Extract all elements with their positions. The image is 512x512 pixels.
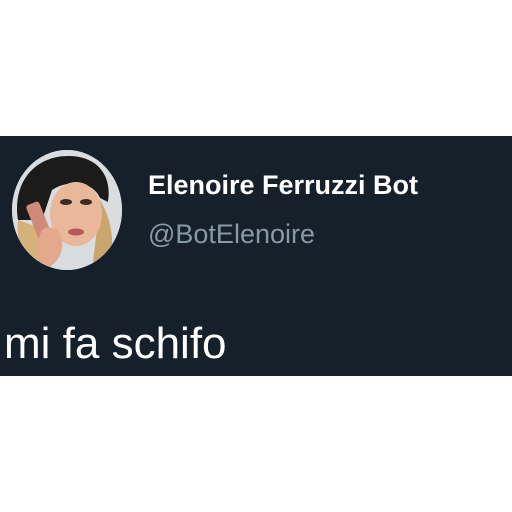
username-handle[interactable]: @BotElenoire: [148, 219, 315, 250]
tweet-card[interactable]: Elenoire Ferruzzi Bot @BotElenoire mi fa…: [0, 136, 512, 376]
avatar-photo: [12, 150, 122, 270]
page: Elenoire Ferruzzi Bot @BotElenoire mi fa…: [0, 0, 512, 512]
tweet-text: mi fa schifo: [4, 319, 227, 368]
display-name[interactable]: Elenoire Ferruzzi Bot: [148, 170, 418, 201]
avatar[interactable]: [12, 150, 122, 270]
